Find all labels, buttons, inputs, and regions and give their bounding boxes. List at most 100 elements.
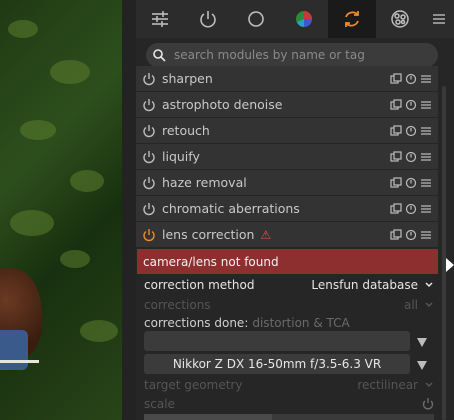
corrections-value: all (403, 298, 418, 312)
module-label: astrophoto denoise (162, 97, 283, 112)
module-label: sharpen (162, 71, 213, 86)
module-label: haze removal (162, 175, 247, 190)
reset-icon[interactable] (405, 73, 417, 85)
chevron-down-icon (425, 302, 433, 308)
chevron-down-icon (425, 382, 433, 388)
reset-icon[interactable] (405, 203, 417, 215)
lens-combobox[interactable]: Nikkor Z DX 16-50mm f/3.5-6.3 VR (144, 354, 410, 374)
tab-effect[interactable] (376, 0, 424, 38)
panel-scrollbar[interactable] (442, 86, 446, 420)
module-actions (390, 98, 432, 111)
circle-icon (248, 11, 264, 27)
lens-dropdown-icon[interactable] (416, 359, 428, 371)
power-icon[interactable] (142, 72, 156, 86)
module-retouch[interactable]: retouch (136, 118, 438, 143)
module-label: retouch (162, 123, 210, 138)
reset-icon[interactable] (405, 151, 417, 163)
power-icon[interactable] (142, 202, 156, 216)
effect-icon (391, 10, 409, 28)
tab-active-modules[interactable] (184, 0, 232, 38)
target-geometry-value: rectilinear (357, 378, 418, 392)
corrections-done-label: corrections done: (144, 316, 249, 330)
scale-slider[interactable] (144, 414, 434, 420)
reset-icon[interactable] (405, 177, 417, 189)
module-actions (390, 202, 432, 215)
instance-icon[interactable] (390, 98, 402, 111)
module-actions (390, 124, 432, 137)
power-icon[interactable] (142, 124, 156, 138)
module-sharpen[interactable]: sharpen (136, 66, 438, 91)
reset-icon[interactable] (405, 99, 417, 111)
module-liquify[interactable]: liquify (136, 144, 438, 169)
target-geometry-select[interactable]: rectilinear (357, 378, 434, 392)
scale-row[interactable]: scale (144, 397, 434, 411)
sliders-icon (152, 11, 168, 27)
reset-icon[interactable] (422, 398, 434, 410)
module-list: sharpen astrophoto denoise retouch liquify h… (136, 66, 438, 248)
target-geometry-row[interactable]: target geometry rectilinear (144, 378, 434, 392)
tab-correct[interactable] (328, 0, 376, 38)
camera-combobox[interactable] (144, 331, 410, 351)
module-lens-correction[interactable]: lens correction ⚠ (136, 222, 438, 247)
presets-menu-icon[interactable] (420, 177, 432, 189)
module-group-tabs (136, 0, 454, 38)
presets-menu-icon[interactable] (420, 125, 432, 137)
corrections-label: corrections (144, 298, 211, 312)
camera-dropdown-icon[interactable] (416, 336, 428, 348)
presets-menu-icon[interactable] (420, 99, 432, 111)
presets-menu-icon[interactable] (420, 203, 432, 215)
power-icon[interactable] (142, 228, 156, 242)
instance-icon[interactable] (390, 202, 402, 215)
panel-edge (122, 0, 136, 420)
tab-color[interactable] (280, 0, 328, 38)
instance-icon[interactable] (390, 124, 402, 137)
power-icon (200, 11, 216, 28)
tab-base[interactable] (232, 0, 280, 38)
corrections-select[interactable]: all (404, 298, 434, 312)
menu-icon (433, 14, 445, 24)
warning-icon: ⚠ (260, 228, 272, 242)
lens-value: Nikkor Z DX 16-50mm f/3.5-6.3 VR (172, 357, 382, 371)
instance-icon[interactable] (390, 176, 402, 189)
correction-method-select[interactable]: Lensfun database (311, 278, 434, 292)
tab-menu[interactable] (424, 0, 454, 38)
tab-quick-access[interactable] (136, 0, 184, 38)
power-icon[interactable] (142, 98, 156, 112)
correct-icon (345, 11, 359, 27)
search-icon (153, 49, 166, 62)
instance-icon[interactable] (390, 150, 402, 163)
power-icon[interactable] (142, 150, 156, 164)
chair (0, 360, 39, 420)
module-label: chromatic aberrations (162, 201, 300, 216)
corrections-row[interactable]: corrections all (144, 298, 434, 312)
color-wheel-icon (296, 11, 312, 27)
search-input[interactable] (172, 47, 426, 63)
module-label: lens correction ⚠ (162, 227, 272, 242)
module-haze-removal[interactable]: haze removal (136, 170, 438, 195)
corrections-done-value: distortion & TCA (252, 316, 350, 330)
power-icon[interactable] (142, 176, 156, 190)
presets-menu-icon[interactable] (420, 229, 432, 241)
corrections-done-row: corrections done: distortion & TCA (144, 316, 434, 330)
chevron-down-icon (425, 282, 433, 288)
reset-icon[interactable] (405, 125, 417, 137)
correction-method-value: Lensfun database (311, 278, 418, 292)
module-search-box[interactable] (146, 43, 438, 67)
module-chromatic-aberrations[interactable]: chromatic aberrations (136, 196, 438, 221)
scale-label: scale (144, 397, 175, 411)
module-label: liquify (162, 149, 200, 164)
presets-menu-icon[interactable] (420, 151, 432, 163)
error-bar: camera/lens not found (137, 249, 438, 274)
module-astrophoto-denoise[interactable]: astrophoto denoise (136, 92, 438, 117)
instance-icon[interactable] (390, 228, 402, 241)
correction-method-row[interactable]: correction method Lensfun database (144, 278, 434, 292)
module-actions (390, 176, 432, 189)
target-geometry-label: target geometry (144, 378, 243, 392)
presets-menu-icon[interactable] (420, 73, 432, 85)
reset-icon[interactable] (405, 229, 417, 241)
scale-slider-fill (144, 414, 272, 420)
module-actions (390, 228, 432, 241)
correction-method-label: correction method (144, 278, 255, 292)
panel-collapse-arrow[interactable] (446, 258, 454, 272)
instance-icon[interactable] (390, 72, 402, 85)
